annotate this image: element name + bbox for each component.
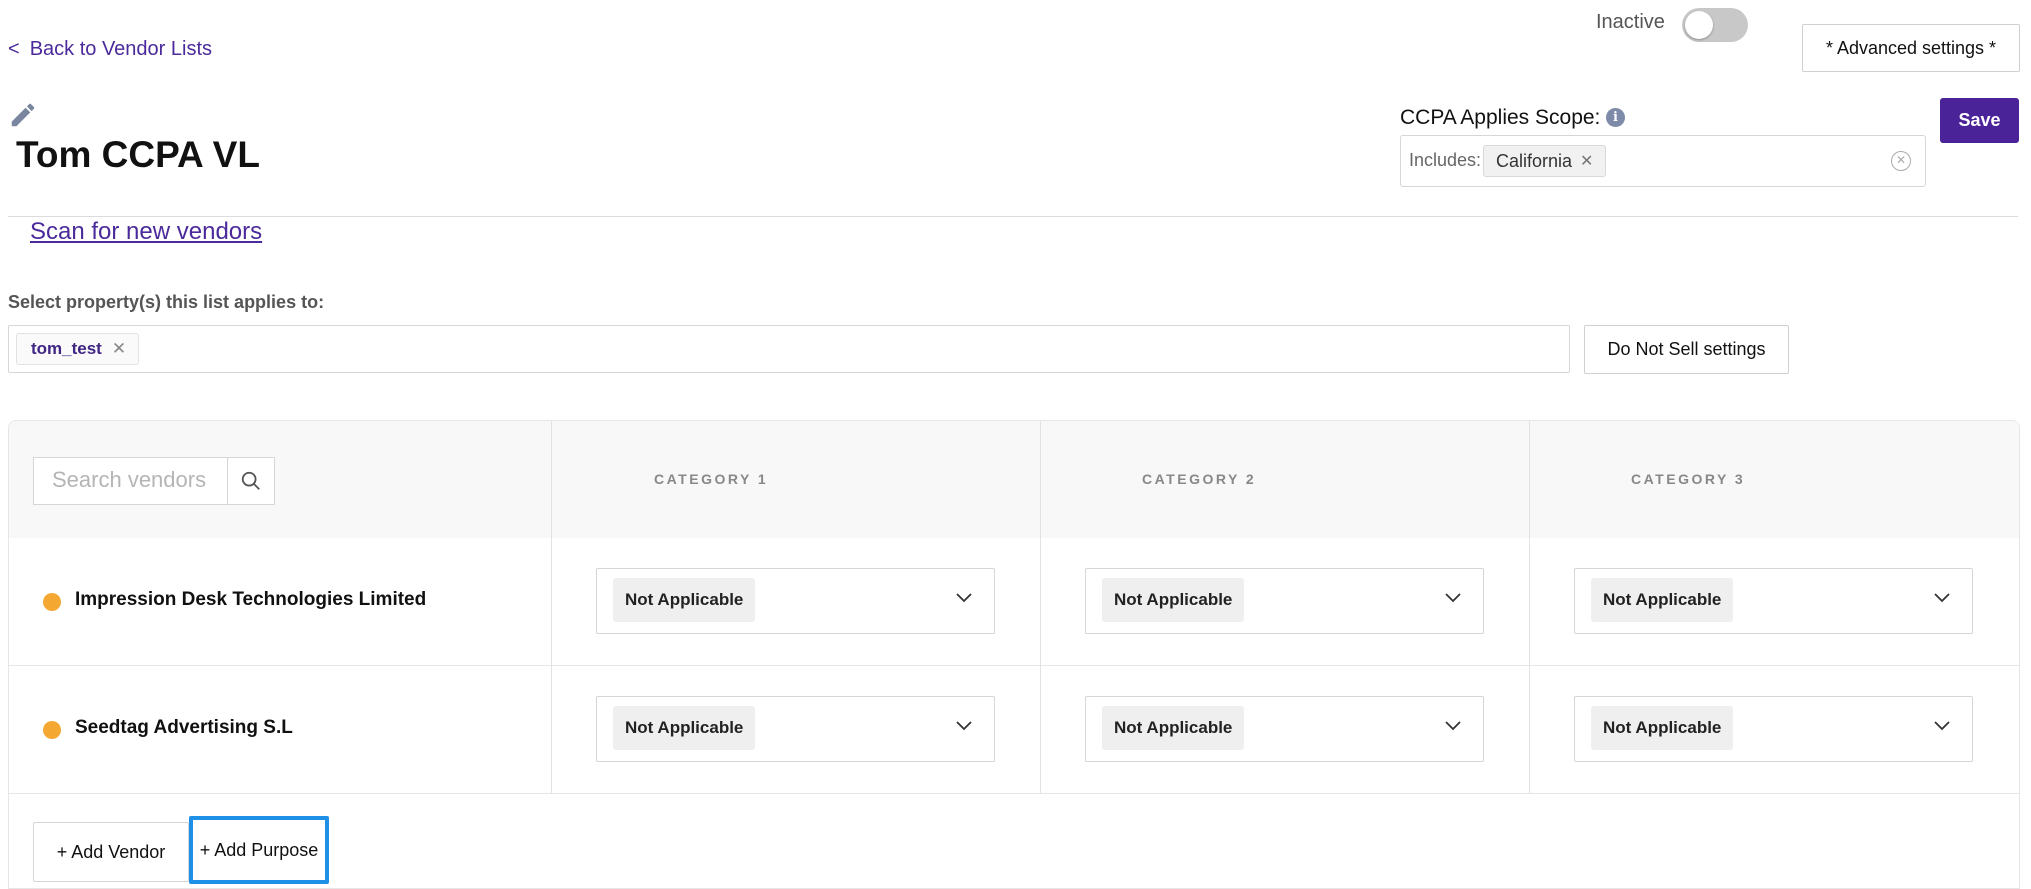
advanced-settings-button[interactable]: * Advanced settings * <box>1802 24 2020 72</box>
selected-value: Not Applicable <box>613 578 756 622</box>
do-not-sell-settings-button[interactable]: Do Not Sell settings <box>1584 325 1789 374</box>
vendor-name: Seedtag Advertising S.L <box>75 717 293 738</box>
scope-chip: California ✕ <box>1483 145 1607 177</box>
search-button[interactable] <box>227 458 274 504</box>
search-icon <box>241 471 260 490</box>
selected-value: Not Applicable <box>1102 578 1245 622</box>
back-to-vendor-lists-link[interactable]: < Back to Vendor Lists <box>8 38 212 61</box>
divider <box>8 216 2018 217</box>
properties-select[interactable]: tom_test ✕ <box>8 325 1570 373</box>
search-input[interactable] <box>34 458 242 502</box>
info-icon[interactable]: i <box>1606 108 1625 127</box>
category-select[interactable]: Not Applicable <box>1085 568 1484 634</box>
ccpa-scope-select[interactable]: Includes: California ✕ ✕ <box>1400 135 1926 187</box>
selected-value: Not Applicable <box>1102 706 1245 750</box>
toggle-knob <box>1685 11 1713 39</box>
table-row: Seedtag Advertising S.L Not Applicable N… <box>9 666 2019 794</box>
table-row: Impression Desk Technologies Limited Not… <box>9 538 2019 666</box>
save-button[interactable]: Save <box>1940 98 2019 143</box>
table-header: CATEGORY 1 CATEGORY 2 CATEGORY 3 <box>9 421 2019 539</box>
category-select[interactable]: Not Applicable <box>1085 696 1484 762</box>
scan-for-new-vendors-link[interactable]: Scan for new vendors <box>30 218 262 246</box>
property-chip-label: tom_test <box>31 339 102 358</box>
status-dot <box>43 593 61 611</box>
properties-label: Select property(s) this list applies to: <box>8 292 325 312</box>
chevron-down-icon <box>1934 593 1950 603</box>
property-chip: tom_test ✕ <box>16 333 140 365</box>
ccpa-scope-label: CCPA Applies Scope: <box>1400 106 1601 129</box>
chevron-down-icon <box>1445 593 1461 603</box>
column-header-category-1: CATEGORY 1 <box>654 471 769 487</box>
includes-label: Includes: <box>1409 150 1482 170</box>
column-header-category-3: CATEGORY 3 <box>1631 471 1746 487</box>
back-link-label: Back to Vendor Lists <box>29 38 213 60</box>
pencil-icon[interactable] <box>8 100 38 130</box>
add-vendor-button[interactable]: + Add Vendor <box>33 822 189 882</box>
column-divider <box>551 421 552 794</box>
status-dot <box>43 721 61 739</box>
table-footer: + Add Vendor + Add Purpose <box>9 794 2019 888</box>
scope-chip-label: California <box>1496 150 1573 171</box>
remove-chip-icon[interactable]: ✕ <box>112 339 126 359</box>
category-select[interactable]: Not Applicable <box>1574 568 1973 634</box>
column-header-category-2: CATEGORY 2 <box>1142 471 1257 487</box>
category-select[interactable]: Not Applicable <box>596 568 995 634</box>
chevron-down-icon <box>956 593 972 603</box>
column-divider <box>1040 421 1041 794</box>
search-vendors-field[interactable] <box>33 457 275 505</box>
selected-value: Not Applicable <box>1591 706 1734 750</box>
active-toggle[interactable] <box>1682 8 1748 42</box>
category-select[interactable]: Not Applicable <box>596 696 995 762</box>
chevron-down-icon <box>1934 721 1950 731</box>
status-label: Inactive <box>1596 11 1665 33</box>
add-purpose-button[interactable]: + Add Purpose <box>189 816 329 884</box>
selected-value: Not Applicable <box>1591 578 1734 622</box>
chevron-left-icon: < <box>8 38 20 60</box>
chevron-down-icon <box>1445 721 1461 731</box>
remove-chip-icon[interactable]: ✕ <box>1580 151 1593 171</box>
vendor-name: Impression Desk Technologies Limited <box>75 589 427 610</box>
page-title: Tom CCPA VL <box>16 134 260 175</box>
chevron-down-icon <box>956 721 972 731</box>
category-select[interactable]: Not Applicable <box>1574 696 1973 762</box>
selected-value: Not Applicable <box>613 706 756 750</box>
clear-icon[interactable]: ✕ <box>1891 151 1911 171</box>
column-divider <box>1529 421 1530 794</box>
vendor-table: CATEGORY 1 CATEGORY 2 CATEGORY 3 Impress… <box>8 420 2020 889</box>
